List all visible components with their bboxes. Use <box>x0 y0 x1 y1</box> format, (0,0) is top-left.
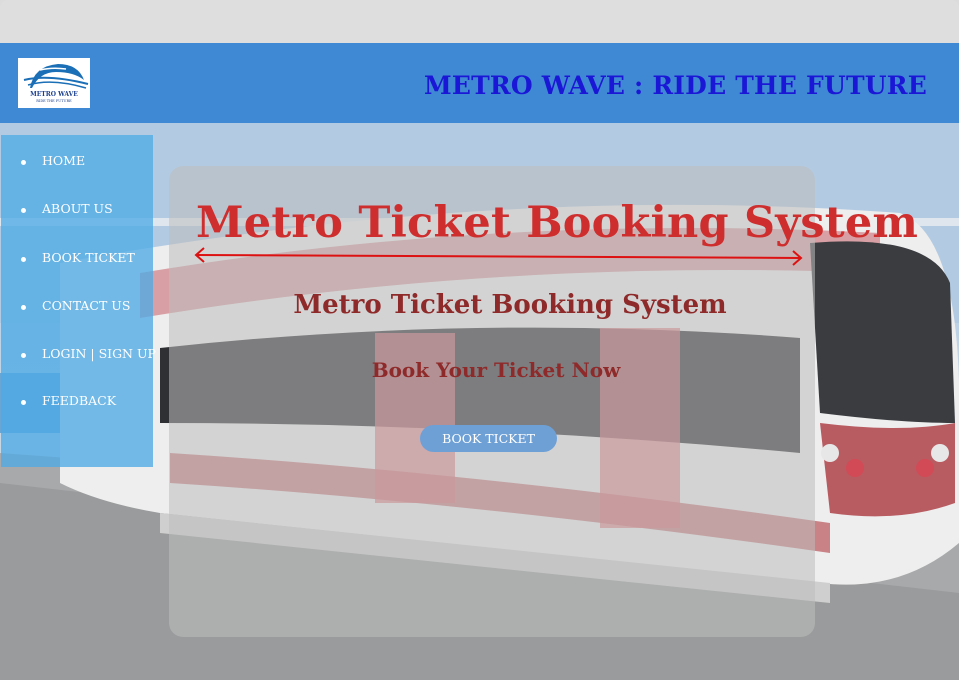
hero-subtitle: Metro Ticket Booking System <box>293 290 727 320</box>
hero-title: Metro Ticket Booking System <box>196 198 919 248</box>
sidebar-item-about-us[interactable]: ABOUT US <box>21 201 113 216</box>
logo-name: METRO WAVE <box>30 91 78 98</box>
book-ticket-button[interactable]: BOOK TICKET <box>420 425 557 452</box>
sidebar-item-label: HOME <box>42 153 86 168</box>
sidebar-item-label: FEEDBACK <box>42 393 117 408</box>
bullet-dot-icon <box>21 257 26 262</box>
sidebar-item-label: BOOK TICKET <box>42 250 135 265</box>
bullet-dot-icon <box>21 400 26 405</box>
hero-cta-text: Book Your Ticket Now <box>371 358 621 382</box>
bullet-dot-icon <box>21 160 26 165</box>
site-header: METRO WAVE RIDE THE FUTURE METRO WAVE : … <box>0 43 959 123</box>
sidebar-item-feedback[interactable]: FEEDBACK <box>21 393 116 408</box>
sidebar-item-home[interactable]: HOME <box>21 153 85 168</box>
site-title: METRO WAVE : RIDE THE FUTURE <box>423 71 927 100</box>
logo-tagline: RIDE THE FUTURE <box>36 99 72 103</box>
top-strip <box>0 0 959 43</box>
double-headed-arrow-icon <box>194 247 803 266</box>
sidebar-item-book-ticket[interactable]: BOOK TICKET <box>21 250 135 265</box>
bullet-dot-icon <box>21 208 26 213</box>
metro-wave-logo[interactable]: METRO WAVE RIDE THE FUTURE <box>18 58 90 108</box>
sidebar-item-label: ABOUT US <box>42 201 113 216</box>
